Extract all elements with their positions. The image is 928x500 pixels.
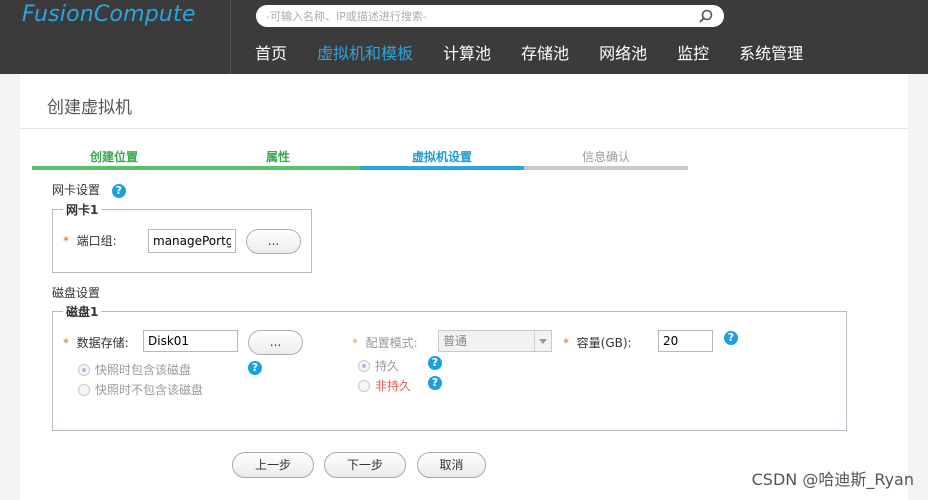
nav-item-storage-pool[interactable]: 存储池 [506,42,584,66]
step-location: 创建位置 [32,148,196,172]
disk-section-title: 磁盘设置 [52,286,101,300]
previous-button[interactable]: 上一步 [232,452,314,478]
app-logo[interactable]: FusionCompute [22,2,196,27]
nic-section-title: 网卡设置 ? [52,181,126,198]
step-confirm: 信息确认 [524,148,688,172]
nav-item-monitor[interactable]: 监控 [662,42,724,66]
nav-item-vm-templates[interactable]: 虚拟机和模板 [302,42,428,66]
search-box[interactable] [256,5,724,27]
help-icon[interactable]: ? [724,331,738,345]
config-mode-value: 普通 [443,334,468,348]
step-bar [32,166,196,170]
title-divider [20,128,908,129]
step-label: 创建位置 [89,150,138,164]
help-icon[interactable]: ? [428,356,442,370]
port-group-input[interactable] [148,229,236,253]
capacity-label-text: 容量(GB): [576,336,632,350]
datastore-label: * 数据存储: [63,334,129,351]
nav-item-network-pool[interactable]: 网络池 [584,42,662,66]
main-nav: 首页 虚拟机和模板 计算池 存储池 网络池 监控 系统管理 [240,42,818,66]
step-bar [524,166,688,170]
datastore-label-text: 数据存储: [76,336,129,350]
non-persistent-label: 非持久 [375,379,412,393]
chevron-down-icon[interactable] [534,331,551,351]
port-group-browse-button[interactable]: ... [246,229,301,254]
wizard-steps: 创建位置 属性 虚拟机设置 信息确认 [32,148,688,172]
step-bar [196,166,360,170]
nav-item-compute-pool[interactable]: 计算池 [428,42,506,66]
datastore-browse-button[interactable]: ... [248,330,303,355]
step-label: 虚拟机设置 [411,150,472,164]
search-icon[interactable] [698,8,714,24]
port-group-label: * 端口组: [63,232,117,249]
search-input[interactable] [266,7,686,25]
step-label: 属性 [265,150,290,164]
radio-button[interactable] [78,383,90,396]
snapshot-exclude-label: 快照时不包含该磁盘 [95,383,204,397]
nic1-legend: 网卡1 [66,203,99,217]
snapshot-include-label: 快照时包含该磁盘 [95,363,192,377]
snapshot-include-option[interactable]: 快照时包含该磁盘 [78,361,191,378]
step-vm-settings: 虚拟机设置 [360,148,524,172]
page-title: 创建虚拟机 [47,98,132,118]
capacity-input[interactable] [658,330,713,352]
cancel-button[interactable]: 取消 [417,452,486,478]
capacity-label: * 容量(GB): [563,334,632,351]
step-bar [360,166,524,170]
help-icon[interactable]: ? [248,361,262,375]
step-label: 信息确认 [581,150,630,164]
config-mode-label: * 配置模式: [352,334,418,351]
watermark: CSDN @哈迪斯_Ryan [751,470,914,489]
radio-button[interactable] [358,359,370,372]
help-icon[interactable]: ? [428,376,442,390]
nic-section-label: 网卡设置 [52,183,101,197]
required-mark: * [63,336,69,350]
config-mode-label-text: 配置模式: [365,336,418,350]
step-properties: 属性 [196,148,360,172]
radio-button[interactable] [358,379,370,392]
help-icon[interactable]: ? [111,184,126,198]
persistent-label: 持久 [375,359,400,373]
top-bar: FusionCompute 首页 虚拟机和模板 计算池 存储池 网络池 监控 系… [0,0,928,74]
next-button[interactable]: 下一步 [324,452,406,478]
logo-divider [230,0,231,74]
required-mark: * [63,234,69,248]
radio-button[interactable] [78,363,90,376]
config-mode-select[interactable]: 普通 [438,330,552,352]
datastore-input[interactable] [143,330,238,352]
snapshot-exclude-option[interactable]: 快照时不包含该磁盘 [78,381,203,398]
wizard-panel: 创建虚拟机 创建位置 属性 虚拟机设置 信息确认 网卡设置 ? 网卡1 * 端口… [20,74,908,500]
persistent-option[interactable]: 持久 [358,357,399,374]
nav-item-home[interactable]: 首页 [240,42,302,66]
nav-item-system-management[interactable]: 系统管理 [724,42,818,66]
required-mark: * [352,336,358,350]
port-group-label-text: 端口组: [76,234,117,248]
required-mark: * [563,336,569,350]
disk1-legend: 磁盘1 [66,305,99,319]
non-persistent-option[interactable]: 非持久 [358,377,411,394]
